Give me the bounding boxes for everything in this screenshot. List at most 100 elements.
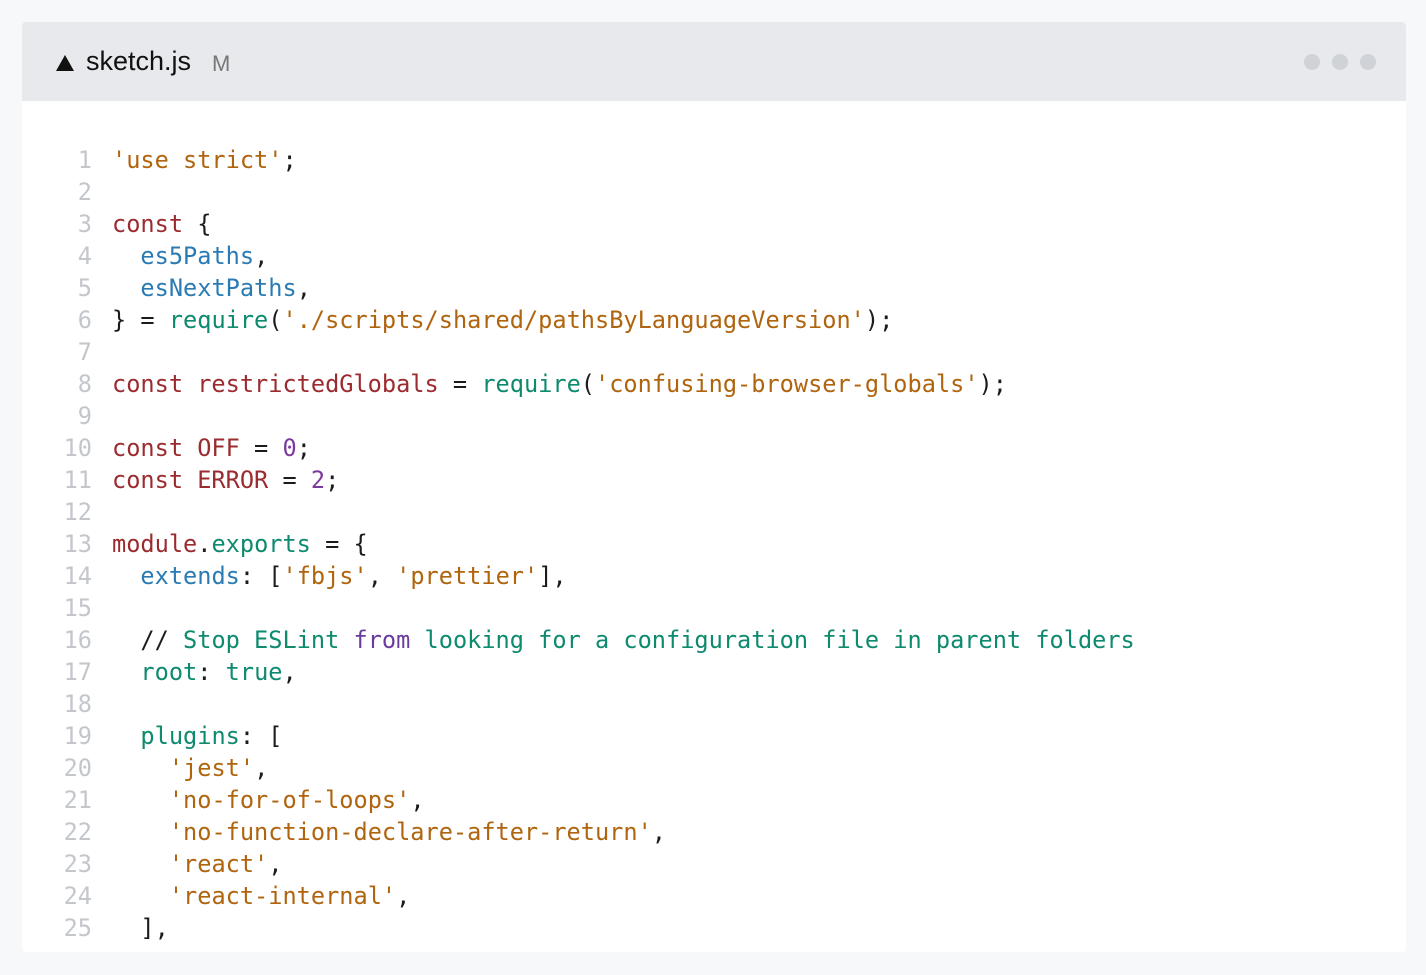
code-token: './scripts/shared/pathsByLanguageVersion… bbox=[282, 306, 865, 334]
code-token: require bbox=[481, 370, 581, 398]
code-token: es5Paths bbox=[140, 242, 255, 270]
code-token: 0 bbox=[282, 434, 297, 462]
line-number: 8 bbox=[77, 370, 92, 398]
code-line: 2 bbox=[22, 176, 1406, 208]
code-token: = bbox=[239, 434, 283, 462]
code-token: ; bbox=[296, 434, 311, 462]
code-token: , bbox=[410, 786, 425, 814]
line-number: 21 bbox=[63, 786, 92, 814]
code-token: : bbox=[197, 658, 226, 686]
line-number: 14 bbox=[63, 562, 92, 590]
code-token: const restrictedGlobals bbox=[112, 370, 439, 398]
code-token: 'react' bbox=[168, 850, 269, 878]
line-number: 23 bbox=[63, 850, 92, 878]
code-line: 8 const restrictedGlobals = require('conf… bbox=[22, 368, 1406, 400]
line-number: 9 bbox=[77, 402, 92, 430]
code-token: { bbox=[183, 210, 212, 238]
line-source: const OFF = 0; bbox=[112, 432, 311, 464]
line-number: 4 bbox=[77, 242, 92, 270]
code-token: = bbox=[438, 370, 482, 398]
code-line: 5 esNextPaths, bbox=[22, 272, 1406, 304]
editor-titlebar: sketch.js M bbox=[22, 22, 1406, 101]
code-token: : [ bbox=[239, 722, 283, 750]
code-token: ); bbox=[864, 306, 894, 334]
code-token: ], bbox=[538, 562, 567, 590]
code-line: 16 // Stop ESLint from looking for a con… bbox=[22, 624, 1406, 656]
code-line: 7 bbox=[22, 336, 1406, 368]
code-token: 'no-for-of-loops' bbox=[168, 786, 411, 814]
code-token: 'no-function-declare-after-return' bbox=[168, 818, 652, 846]
code-token: const ERROR bbox=[112, 466, 269, 494]
dot bbox=[1360, 54, 1376, 70]
code-line: 4 es5Paths, bbox=[22, 240, 1406, 272]
code-token: looking for a configuration file in pare… bbox=[410, 626, 1135, 654]
code-line: 17 root: true, bbox=[22, 656, 1406, 688]
code-token: true bbox=[225, 658, 283, 686]
line-number: 6 bbox=[77, 306, 92, 334]
code-token: , bbox=[268, 850, 283, 878]
code-token: esNextPaths bbox=[140, 274, 297, 302]
code-token: require bbox=[168, 306, 269, 334]
line-source: 'jest', bbox=[112, 752, 268, 784]
code-line: 13 module.exports = { bbox=[22, 528, 1406, 560]
code-token: , bbox=[254, 754, 269, 782]
code-line: 12 bbox=[22, 496, 1406, 528]
code-line: 23 'react', bbox=[22, 848, 1406, 880]
code-line: 11 const ERROR = 2; bbox=[22, 464, 1406, 496]
code-line: 20 'jest', bbox=[22, 752, 1406, 784]
code-token: , bbox=[651, 818, 667, 846]
code-token: extends bbox=[140, 562, 240, 590]
code-token: 'jest' bbox=[168, 754, 255, 782]
line-source: const restrictedGlobals = require('confu… bbox=[112, 368, 1007, 400]
code-token: ); bbox=[978, 370, 1007, 398]
line-source: es5Paths, bbox=[112, 240, 268, 272]
code-token: const OFF bbox=[112, 434, 240, 462]
line-source: esNextPaths, bbox=[112, 272, 311, 304]
line-number: 16 bbox=[63, 626, 92, 654]
line-source: // Stop ESLint from looking for a config… bbox=[112, 624, 1135, 656]
code-token: = { bbox=[310, 530, 368, 558]
code-token: , bbox=[296, 274, 311, 302]
code-line: 21 'no-for-of-loops', bbox=[22, 784, 1406, 816]
code-line: 9 bbox=[22, 400, 1406, 432]
modified-status-badge: M bbox=[212, 51, 231, 76]
line-number: 25 bbox=[63, 914, 92, 942]
code-line: 3 const { bbox=[22, 208, 1406, 240]
code-token: Stop ESLint bbox=[183, 626, 354, 654]
line-number: 11 bbox=[63, 466, 92, 494]
code-line: 18 bbox=[22, 688, 1406, 720]
code-token: ( bbox=[268, 306, 283, 334]
more-dots-icon[interactable] bbox=[1304, 54, 1376, 70]
code-editor[interactable]: 1'use strict'; 2 3 const {4 es5Paths, 5 esNe… bbox=[22, 144, 1406, 944]
line-number: 2 bbox=[77, 178, 92, 206]
code-token: . bbox=[197, 530, 212, 558]
line-number: 5 bbox=[77, 274, 92, 302]
code-token: 'confusing-browser-globals' bbox=[595, 370, 979, 398]
line-source: extends: ['fbjs', 'prettier'], bbox=[112, 560, 567, 592]
code-line: 19 plugins: [ bbox=[22, 720, 1406, 752]
code-line: 6} = require('./scripts/shared/pathsByLa… bbox=[22, 304, 1406, 336]
code-token: 'use strict' bbox=[112, 146, 283, 174]
code-token: : [ bbox=[239, 562, 283, 590]
code-token: ( bbox=[580, 370, 595, 398]
code-token: from bbox=[353, 626, 411, 654]
line-number: 3 bbox=[77, 210, 92, 238]
line-source: const ERROR = 2; bbox=[112, 464, 339, 496]
code-token: 'prettier' bbox=[396, 562, 539, 590]
code-line: 1 'use strict'; bbox=[22, 144, 1406, 176]
code-token: 'fbjs' bbox=[282, 562, 368, 590]
code-line: 25 ], bbox=[22, 912, 1406, 944]
line-source: ], bbox=[112, 912, 169, 944]
triangle-icon bbox=[56, 55, 74, 71]
code-token: ], bbox=[112, 914, 169, 942]
file-name-tab[interactable]: sketch.js bbox=[86, 44, 191, 78]
code-token: // bbox=[112, 626, 184, 654]
line-source: root: true, bbox=[112, 656, 296, 688]
code-token: const bbox=[112, 210, 184, 238]
